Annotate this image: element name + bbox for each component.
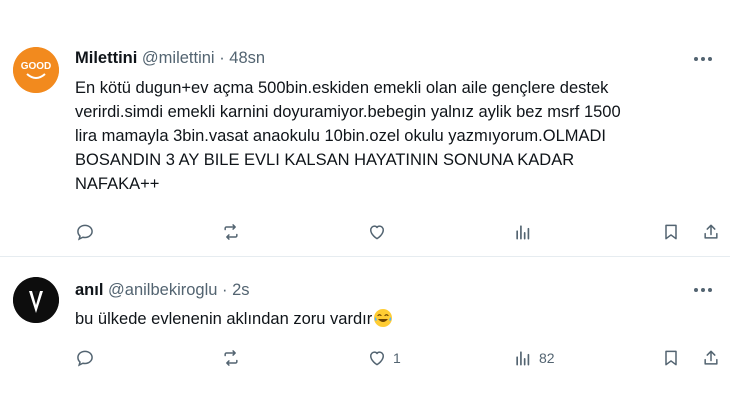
reply-button[interactable] bbox=[75, 346, 95, 370]
avatar[interactable] bbox=[13, 277, 59, 323]
tweet-text: bu ülkede evlenenin aklından zoru vardır bbox=[75, 307, 715, 331]
share-icon bbox=[704, 224, 718, 239]
display-name[interactable]: Milettini bbox=[75, 49, 137, 67]
bookmark-button[interactable] bbox=[661, 346, 681, 370]
user-handle[interactable]: @milettini bbox=[142, 49, 215, 67]
views-button[interactable]: 82 bbox=[513, 346, 555, 370]
share-icon bbox=[704, 350, 718, 365]
avatar[interactable]: GOOD bbox=[13, 47, 59, 93]
bookmark-icon bbox=[665, 224, 677, 240]
tweet-text: En kötü dugun+ev açma 500bin.eskiden eme… bbox=[75, 76, 715, 196]
user-handle[interactable]: @anilbekiroglu bbox=[108, 281, 217, 299]
retweet-icon bbox=[224, 224, 238, 240]
reply-button[interactable] bbox=[75, 220, 95, 244]
action-bar bbox=[75, 220, 725, 244]
tweet-text-line: verirdi.simdi emekli karnini doyuramiyor… bbox=[75, 103, 621, 121]
share-button[interactable] bbox=[701, 220, 721, 244]
like-button[interactable]: 1 bbox=[367, 346, 401, 370]
separator-dot: · bbox=[219, 49, 225, 67]
like-count: 1 bbox=[393, 350, 401, 366]
tweet-text-line: bu ülkede evlenenin aklından zoru vardır bbox=[75, 310, 373, 328]
bookmark-icon bbox=[665, 350, 677, 366]
retweet-button[interactable] bbox=[221, 220, 241, 244]
tweet-text-line: BOSANDIN 3 AY BILE EVLI KALSAN HAYATININ… bbox=[75, 151, 575, 169]
reply-icon bbox=[77, 224, 93, 241]
timestamp[interactable]: 48sn bbox=[229, 49, 265, 67]
view-count: 82 bbox=[539, 350, 555, 366]
views-icon bbox=[516, 351, 530, 366]
action-bar: 1 82 bbox=[75, 346, 725, 370]
svg-text:GOOD: GOOD bbox=[21, 61, 52, 72]
more-icon[interactable] bbox=[692, 50, 714, 68]
divider bbox=[0, 256, 730, 257]
bookmark-button[interactable] bbox=[661, 220, 681, 244]
display-name[interactable]: anıl bbox=[75, 281, 103, 299]
retweet-icon bbox=[224, 350, 238, 366]
views-button[interactable] bbox=[513, 220, 539, 244]
views-icon bbox=[516, 225, 530, 240]
separator-dot: · bbox=[222, 281, 228, 299]
more-icon[interactable] bbox=[692, 281, 714, 299]
retweet-button[interactable] bbox=[221, 346, 241, 370]
reply-icon bbox=[77, 350, 93, 367]
tweet-text-line: NAFAKA++ bbox=[75, 175, 160, 193]
like-button[interactable] bbox=[367, 220, 393, 244]
tweet-text-line: En kötü dugun+ev açma 500bin.eskiden eme… bbox=[75, 79, 609, 97]
timestamp[interactable]: 2s bbox=[232, 281, 249, 299]
tweet-text-line: lira mamayla 3bin.vasat anaokulu 10bin.o… bbox=[75, 127, 606, 145]
face-with-tears-of-joy-icon bbox=[373, 308, 393, 328]
tweet-header: anıl @anilbekiroglu · 2s bbox=[75, 281, 250, 300]
like-icon bbox=[370, 351, 384, 366]
like-icon bbox=[370, 225, 384, 240]
tweet-header: Milettini @milettini · 48sn bbox=[75, 49, 265, 68]
share-button[interactable] bbox=[701, 346, 721, 370]
